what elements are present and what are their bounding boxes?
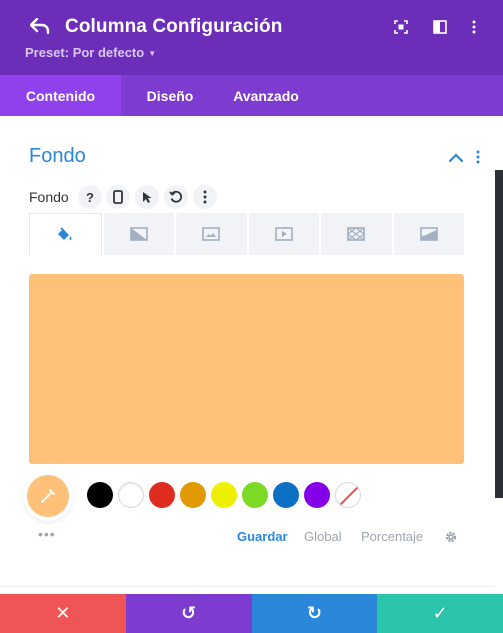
no-color-icon [339, 486, 359, 506]
gradient-icon [129, 227, 148, 241]
more-vertical-icon[interactable] [464, 17, 484, 37]
color-swatch[interactable] [304, 482, 330, 508]
scrollbar[interactable] [495, 170, 503, 498]
chevron-up-icon[interactable] [446, 147, 466, 167]
focus-icon[interactable] [391, 17, 411, 37]
back-icon[interactable] [28, 14, 52, 38]
tab-background-video[interactable] [248, 213, 319, 255]
color-swatch[interactable] [242, 482, 268, 508]
section-more-icon[interactable] [471, 147, 485, 167]
field-more-icon[interactable] [193, 185, 217, 209]
color-swatch[interactable] [118, 482, 144, 508]
percentage-button[interactable]: Porcentaje [361, 529, 423, 544]
help-icon[interactable]: ? [78, 185, 102, 209]
color-picker-button[interactable] [27, 475, 69, 517]
preset-label: Preset: Por defecto [25, 45, 145, 60]
tab-diseno[interactable]: Diseño [121, 75, 219, 116]
section-title[interactable]: Fondo [29, 145, 86, 168]
discard-button[interactable]: ✕ [0, 594, 126, 633]
more-swatches-icon[interactable]: ••• [38, 526, 56, 542]
section-divider [0, 586, 495, 587]
background-type-tabs [29, 213, 464, 255]
tab-background-gradient[interactable] [103, 213, 174, 255]
tab-background-color[interactable] [29, 213, 102, 255]
tab-contenido[interactable]: Contenido [0, 75, 121, 116]
save-color-button[interactable]: Guardar [237, 529, 288, 544]
tab-background-image[interactable] [176, 213, 247, 255]
color-swatch[interactable] [180, 482, 206, 508]
tab-avanzado[interactable]: Avanzado [219, 75, 313, 116]
video-icon [274, 227, 293, 241]
image-icon [202, 227, 221, 241]
color-swatch[interactable] [211, 482, 237, 508]
split-view-icon[interactable] [430, 17, 450, 37]
undo-button[interactable]: ↺ [125, 594, 252, 633]
redo-button[interactable]: ↻ [251, 594, 378, 633]
color-swatch[interactable] [149, 482, 175, 508]
save-button[interactable]: ✓ [377, 594, 503, 633]
settings-header: Columna Configuración Preset: Por defect… [0, 0, 503, 75]
reset-icon[interactable] [164, 185, 188, 209]
color-swatch[interactable] [87, 482, 113, 508]
gear-icon[interactable] [444, 530, 458, 544]
settings-tabs: Contenido Diseño Avanzado [0, 75, 503, 116]
preset-dropdown[interactable]: Preset: Por defecto ▼ [25, 45, 156, 60]
mask-icon [419, 227, 438, 241]
bottom-action-bar: ✕ ↺ ↻ ✓ [0, 594, 503, 633]
mobile-icon[interactable] [106, 185, 130, 209]
caret-down-icon: ▼ [148, 48, 157, 58]
cursor-icon[interactable] [135, 185, 159, 209]
eyedropper-icon [41, 489, 55, 503]
global-color-button[interactable]: Global [304, 529, 342, 544]
no-color-swatch[interactable] [335, 482, 361, 508]
page-title: Columna Configuración [65, 16, 283, 37]
pattern-icon [347, 227, 366, 241]
tab-background-mask[interactable] [393, 213, 464, 255]
field-label: Fondo [29, 189, 69, 205]
tab-background-pattern[interactable] [321, 213, 392, 255]
paint-bucket-icon [58, 226, 72, 240]
color-swatch[interactable] [273, 482, 299, 508]
color-preview[interactable] [29, 274, 464, 464]
